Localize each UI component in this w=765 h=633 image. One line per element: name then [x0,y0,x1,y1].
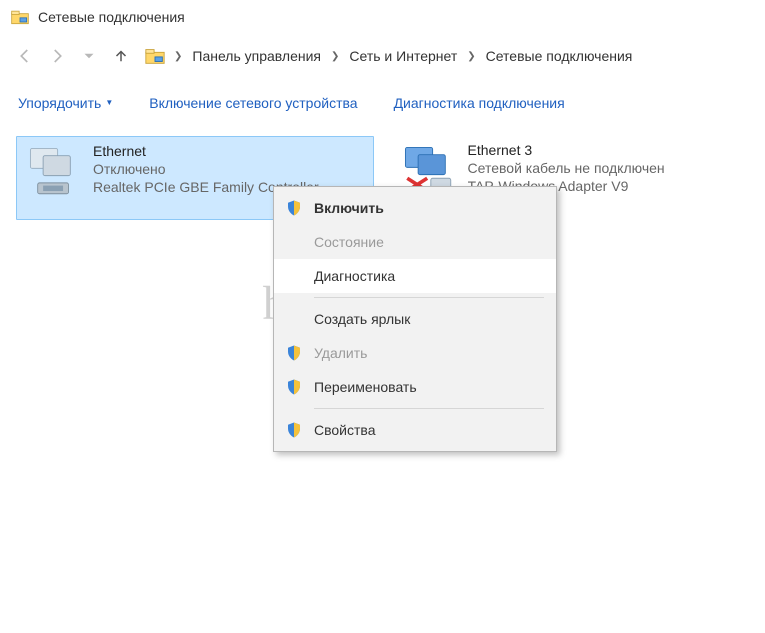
shield-icon [284,343,304,363]
breadcrumb-item[interactable]: Сетевые подключения [480,44,639,68]
ctx-label: Включить [314,200,384,216]
chevron-down-icon: ▼ [105,98,113,107]
shield-icon [284,420,304,440]
network-folder-icon [144,45,166,67]
organize-menu[interactable]: Упорядочить ▼ [18,95,113,111]
ctx-label: Состояние [314,234,384,250]
nav-recent-dropdown[interactable] [74,43,104,69]
diagnose-connection-button[interactable]: Диагностика подключения [394,95,565,111]
window-titlebar: Сетевые подключения [0,0,765,34]
ctx-label: Создать ярлык [314,311,410,327]
nav-bar: ❯ Панель управления ❯ Сеть и Интернет ❯ … [0,34,765,78]
ctx-status: Состояние [274,225,556,259]
ctx-properties[interactable]: Свойства [274,413,556,447]
breadcrumb: ❯ Панель управления ❯ Сеть и Интернет ❯ … [144,44,638,68]
window-title: Сетевые подключения [38,9,185,25]
chevron-right-icon[interactable]: ❯ [170,51,186,62]
connection-status: Сетевой кабель не подключен [468,160,665,176]
chevron-right-icon[interactable]: ❯ [463,51,479,62]
chevron-right-icon[interactable]: ❯ [327,51,343,62]
context-menu: Включить Состояние Диагностика Создать я… [273,186,557,452]
ctx-label: Свойства [314,422,375,438]
ctx-label: Удалить [314,345,367,361]
breadcrumb-item[interactable]: Панель управления [186,44,327,68]
ctx-delete: Удалить [274,336,556,370]
enable-device-button[interactable]: Включение сетевого устройства [149,95,357,111]
ctx-diagnose[interactable]: Диагностика [274,259,556,293]
network-folder-icon [10,7,30,27]
ctx-enable[interactable]: Включить [274,191,556,225]
separator [314,408,544,409]
ctx-label: Диагностика [314,268,395,284]
organize-label: Упорядочить [18,95,101,111]
connection-name: Ethernet 3 [468,142,665,158]
nav-up-button[interactable] [106,43,136,69]
connection-name: Ethernet [93,143,319,159]
ctx-create-shortcut[interactable]: Создать ярлык [274,302,556,336]
separator [314,297,544,298]
connection-status: Отключено [93,161,319,177]
shield-icon [284,377,304,397]
ctx-rename[interactable]: Переименовать [274,370,556,404]
ctx-label: Переименовать [314,379,417,395]
network-adapter-disabled-icon [25,143,83,201]
nav-back-button[interactable] [10,43,40,69]
shield-icon [284,198,304,218]
command-bar: Упорядочить ▼ Включение сетевого устройс… [0,78,765,128]
nav-forward-button[interactable] [42,43,72,69]
breadcrumb-item[interactable]: Сеть и Интернет [343,44,463,68]
